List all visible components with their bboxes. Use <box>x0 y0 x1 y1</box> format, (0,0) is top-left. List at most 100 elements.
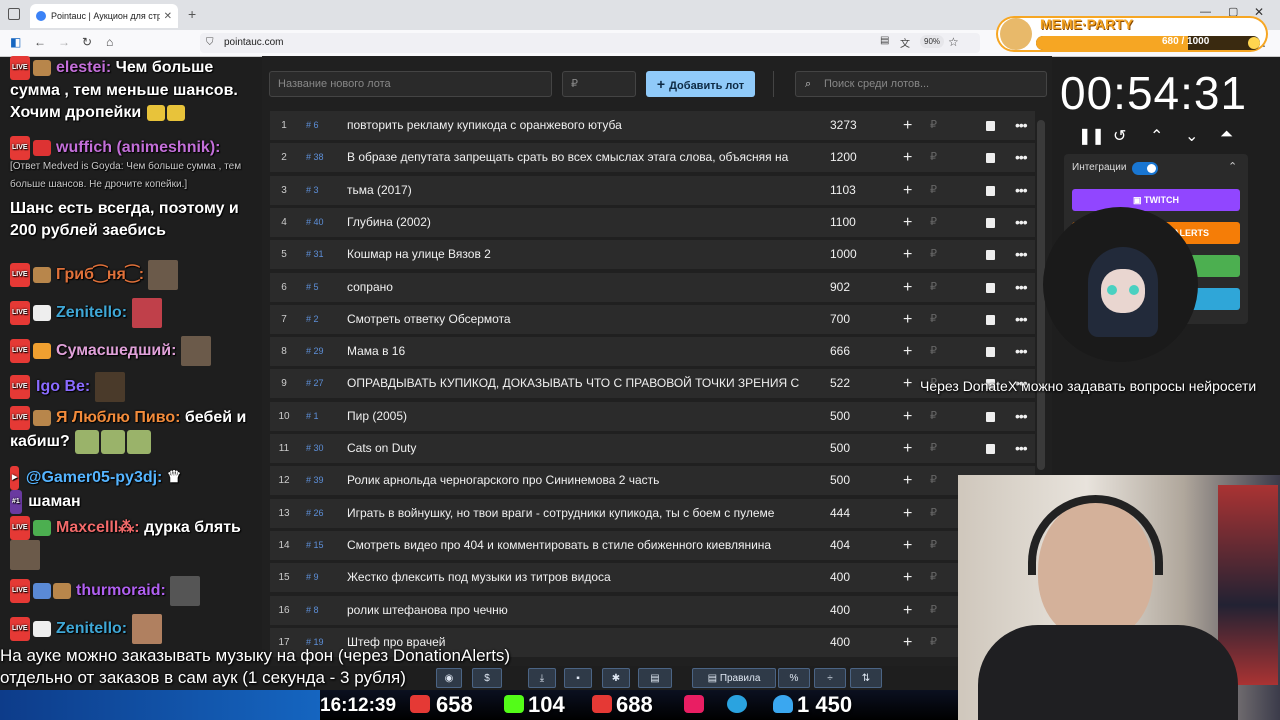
pause-icon[interactable]: ❚❚ <box>1078 126 1105 146</box>
reload-icon[interactable]: ↻ <box>82 35 92 49</box>
forward-icon[interactable]: → <box>58 35 70 49</box>
lot-name[interactable]: Мама в 16 <box>347 337 809 366</box>
lot-name[interactable]: тьма (2017) <box>347 176 809 205</box>
back-icon[interactable]: ← <box>34 35 46 49</box>
delete-lot-icon[interactable] <box>986 282 995 293</box>
add-amount-icon[interactable]: + <box>903 563 912 592</box>
close-tab-icon[interactable]: ✕ <box>164 11 172 22</box>
lot-row[interactable]: 2 # 38 В образе депутата запрещать срать в… <box>270 143 1035 173</box>
lot-id[interactable]: # 29 <box>306 337 336 366</box>
lot-id[interactable]: # 27 <box>306 369 336 398</box>
lot-name[interactable]: Жестко флексить под музыки из титров вид… <box>347 563 809 592</box>
lot-id[interactable]: # 8 <box>306 596 336 625</box>
add-amount-icon[interactable]: + <box>903 208 912 237</box>
lot-search-input[interactable]: ⌕ Поиск среди лотов... <box>795 71 1047 97</box>
lot-row[interactable]: 15 # 9 Жестко флексить под музыки из титро… <box>270 563 1035 593</box>
add-amount-icon[interactable]: + <box>903 402 912 431</box>
lot-name[interactable]: повторить рекламу купикода с оранжевого … <box>347 111 809 140</box>
address-bar[interactable]: ⛉ pointauc.com <box>200 33 980 53</box>
add-amount-icon[interactable]: + <box>903 434 912 463</box>
delete-lot-icon[interactable] <box>986 411 995 422</box>
save-icon[interactable]: ▪ <box>564 668 592 688</box>
sort-icon[interactable]: ⇅ <box>850 668 882 688</box>
double-add-time-icon[interactable]: ⏶ <box>1220 126 1233 144</box>
lot-name[interactable]: Кошмар на улице Вязов 2 <box>347 240 809 269</box>
home-icon[interactable]: ⌂ <box>106 35 113 49</box>
delete-lot-icon[interactable] <box>986 121 995 131</box>
lot-row[interactable]: 8 # 29 Мама в 16 666 + ₽ ••• <box>270 337 1035 367</box>
more-options-icon[interactable]: ••• <box>1015 337 1028 366</box>
lot-id[interactable]: # 31 <box>306 240 336 269</box>
add-amount-icon[interactable]: + <box>903 466 912 495</box>
more-options-icon[interactable]: ••• <box>1015 434 1028 463</box>
lot-id[interactable]: # 3 <box>306 176 336 205</box>
lot-id[interactable]: # 30 <box>306 434 336 463</box>
more-options-icon[interactable]: ••• <box>1015 305 1028 334</box>
more-options-icon[interactable]: ••• <box>1015 208 1028 237</box>
more-options-icon[interactable]: ••• <box>1015 402 1028 431</box>
new-tab-icon[interactable]: + <box>188 6 196 22</box>
add-amount-icon[interactable]: + <box>903 176 912 205</box>
lot-row[interactable]: 7 # 2 Смотреть ответку Обсермота 700 + ₽ ••• <box>270 304 1035 334</box>
lot-row[interactable]: 13 # 26 Играть в войнушку, но твои враги -… <box>270 498 1035 528</box>
tab-list-icon[interactable] <box>8 8 20 20</box>
delete-lot-icon[interactable] <box>986 250 995 261</box>
sidebar-icon[interactable]: ◧ <box>10 35 21 49</box>
lot-name[interactable]: Смотреть видео про 404 и комментировать … <box>347 531 809 560</box>
add-amount-icon[interactable]: + <box>903 369 912 398</box>
lot-name[interactable]: ОПРАВДЫВАТЬ КУПИКОД, ДОКАЗЫВАТЬ ЧТО С ПР… <box>347 369 809 398</box>
translate-icon[interactable]: 文 <box>900 35 910 50</box>
zoom-level[interactable]: 90% <box>920 35 945 48</box>
lot-name-input[interactable]: Название нового лота <box>269 71 552 97</box>
add-amount-icon[interactable]: + <box>903 337 912 366</box>
lot-name[interactable]: В образе депутата запрещать срать во все… <box>347 143 809 172</box>
lot-name[interactable]: Глубина (2002) <box>347 208 809 237</box>
lot-id[interactable]: # 40 <box>306 208 336 237</box>
integrations-toggle[interactable] <box>1132 162 1158 175</box>
clear-icon[interactable]: ▤ <box>638 668 672 688</box>
more-options-icon[interactable]: ••• <box>1015 176 1028 205</box>
lot-row[interactable]: 5 # 31 Кошмар на улице Вязов 2 1000 + ₽ ••• <box>270 240 1035 270</box>
bookmark-star-icon[interactable]: ☆ <box>948 35 959 49</box>
add-amount-icon[interactable]: + <box>903 305 912 334</box>
lot-id[interactable]: # 38 <box>306 143 336 172</box>
lot-id[interactable]: # 6 <box>306 111 336 140</box>
add-amount-icon[interactable]: + <box>903 531 912 560</box>
lot-row[interactable]: 1 # 6 повторить рекламу купикода с оранжев… <box>270 111 1035 140</box>
delete-lot-icon[interactable] <box>986 185 995 196</box>
lot-row[interactable]: 4 # 40 Глубина (2002) 1100 + ₽ ••• <box>270 207 1035 237</box>
lot-row[interactable]: 12 # 39 Ролик арнольда черногарского про С… <box>270 466 1035 496</box>
download-icon[interactable]: ⤓ <box>528 668 556 688</box>
browser-tab[interactable]: Pointauc | Аукцион для стримеров ✕ <box>30 4 178 28</box>
lot-id[interactable]: # 39 <box>306 466 336 495</box>
add-amount-icon[interactable]: + <box>903 499 912 528</box>
add-time-icon[interactable]: ⌃ <box>1150 126 1163 146</box>
lot-id[interactable]: # 9 <box>306 563 336 592</box>
lot-row[interactable]: 14 # 15 Смотреть видео про 404 и комментир… <box>270 530 1035 560</box>
github-icon[interactable]: ◉ <box>436 668 462 688</box>
donate-button[interactable]: $ <box>472 668 502 688</box>
delete-lot-icon[interactable] <box>986 217 995 228</box>
add-amount-icon[interactable]: + <box>903 273 912 302</box>
twitch-integration-button[interactable]: ▣ TWITCH <box>1072 189 1240 211</box>
lot-name[interactable]: Ролик арнольда черногарского про Сининем… <box>347 466 809 495</box>
reset-timer-icon[interactable]: ↺ <box>1113 126 1126 146</box>
lot-row[interactable]: 6 # 5 сопрано 902 + ₽ ••• <box>270 272 1035 302</box>
lot-name[interactable]: сопрано <box>347 273 809 302</box>
more-options-icon[interactable]: ••• <box>1015 111 1028 140</box>
delete-lot-icon[interactable] <box>986 347 995 358</box>
lot-row[interactable]: 11 # 30 Cats on Duty 500 + ₽ ••• <box>270 434 1035 463</box>
add-amount-icon[interactable]: + <box>903 628 912 657</box>
lot-id[interactable]: # 2 <box>306 305 336 334</box>
lot-id[interactable]: # 5 <box>306 273 336 302</box>
delete-lot-icon[interactable] <box>986 444 995 454</box>
lot-name[interactable]: ролик штефанова про чечню <box>347 596 809 625</box>
lot-id[interactable]: # 15 <box>306 531 336 560</box>
reader-view-icon[interactable]: ▤ <box>880 35 889 46</box>
lot-name[interactable]: Cats on Duty <box>347 434 809 463</box>
add-amount-icon[interactable]: + <box>903 596 912 625</box>
more-options-icon[interactable]: ••• <box>1015 143 1028 172</box>
more-options-icon[interactable]: ••• <box>1015 273 1028 302</box>
lot-row[interactable]: 3 # 3 тьма (2017) 1103 + ₽ ••• <box>270 175 1035 205</box>
add-amount-icon[interactable]: + <box>903 240 912 269</box>
